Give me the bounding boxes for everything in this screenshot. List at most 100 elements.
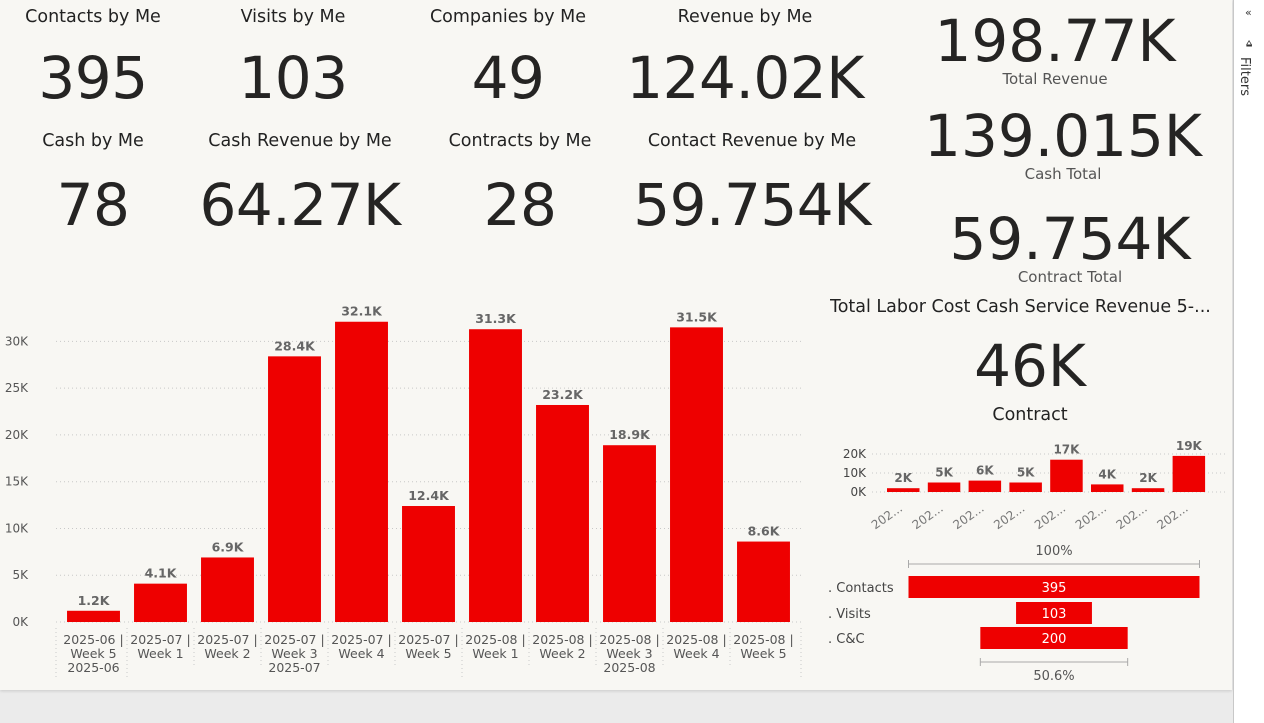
data-label: 6.9K	[212, 539, 245, 554]
contacts-funnel-chart[interactable]: 100% 395 . Contacts 103 . Visits 200 . C&C 50.6…	[826, 538, 1232, 690]
bar	[1009, 482, 1042, 492]
kpi-card-contact-revenue[interactable]: Contact Revenue by Me 59.754K	[622, 131, 882, 234]
kpi-card-companies[interactable]: Companies by Me 49	[408, 7, 608, 107]
data-label: 28.4K	[274, 338, 316, 353]
kpi-value: 59.754K	[633, 171, 871, 239]
cash-total-value: 139.015K	[924, 102, 1202, 170]
x-tick-label: Week 4	[338, 646, 384, 661]
x-tick-label: 202...	[1073, 501, 1109, 530]
kpi-card-visits[interactable]: Visits by Me 103	[200, 7, 386, 107]
kpi-card-contracts[interactable]: Contracts by Me 28	[420, 131, 620, 234]
data-label: 1.2K	[78, 593, 111, 608]
x-tick-label: 202...	[869, 501, 905, 530]
bar	[201, 557, 254, 622]
x-tick-label: 2025-08 |	[599, 632, 659, 647]
bar	[268, 356, 321, 622]
x-tick-label: 2025-07 |	[130, 632, 190, 647]
bar	[1091, 484, 1124, 492]
cash-total-card[interactable]: 139.015K Cash Total	[905, 107, 1221, 183]
bar	[968, 480, 1002, 492]
x-tick-label: Week 2	[204, 646, 250, 661]
total-revenue-value: 198.77K	[934, 7, 1176, 75]
y-tick-label: 0K	[12, 615, 29, 629]
y-tick-label: 20K	[843, 447, 867, 461]
contract-total-value: 59.754K	[949, 205, 1191, 273]
x-tick-label: Week 5	[70, 646, 116, 661]
data-label: 31.5K	[676, 309, 718, 324]
kpi-title: Contracts by Me	[448, 131, 592, 151]
x-tick-label: Week 4	[673, 646, 719, 661]
x-tick-label: 202...	[991, 501, 1027, 530]
kpi-card-revenue[interactable]: Revenue by Me 124.02K	[615, 7, 875, 107]
report-canvas: Contacts by Me 395 Visits by Me 103 Comp…	[0, 0, 1232, 690]
bar	[737, 541, 790, 622]
chevron-left-icon[interactable]: «	[1245, 6, 1252, 19]
kpi-title: Companies by Me	[429, 7, 587, 27]
data-label: 4K	[1098, 467, 1116, 481]
funnel-icon: ⩠	[1246, 38, 1253, 49]
y-tick-label: 10K	[5, 521, 29, 535]
y-tick-label: 30K	[5, 334, 29, 348]
filters-pane-label[interactable]: Filters	[1237, 57, 1252, 96]
data-label: 2K	[1139, 471, 1157, 485]
side-visual-value: 46K	[974, 332, 1086, 400]
x-tick-label: 2025-06	[67, 660, 119, 675]
x-tick-label: 202...	[1032, 501, 1068, 530]
kpi-title: Visits by Me	[240, 7, 346, 27]
data-label: 5K	[935, 466, 953, 480]
kpi-title: Cash by Me	[42, 131, 144, 151]
x-tick-label: Week 5	[740, 646, 786, 661]
weekly-revenue-bar-chart[interactable]: 0K5K10K15K20K25K30K1.2K2025-06 |Week 520…	[0, 290, 820, 690]
data-label: 31.3K	[475, 311, 517, 326]
bar	[469, 329, 522, 622]
total-revenue-card[interactable]: 198.77K Total Revenue	[905, 12, 1205, 88]
kpi-card-cash[interactable]: Cash by Me 78	[0, 131, 186, 234]
bar	[536, 404, 589, 622]
side-visual-title: Total Labor Cost Cash Service Revenue 5-…	[830, 297, 1211, 317]
filters-pane[interactable]: « ⩠ Filters	[1233, 0, 1264, 723]
kpi-title: Revenue by Me	[677, 7, 813, 27]
x-tick-label: 202...	[1114, 501, 1150, 530]
y-tick-label: 25K	[5, 381, 29, 395]
funnel-value-label: 103	[1042, 607, 1067, 622]
x-tick-label: 202...	[1154, 501, 1190, 530]
y-tick-label: 15K	[5, 475, 29, 489]
kpi-card-cash-revenue[interactable]: Cash Revenue by Me 64.27K	[190, 131, 410, 234]
bar	[887, 488, 920, 492]
side-visual-subtitle: Contract	[992, 405, 1068, 425]
x-tick-label: 2025-08 |	[465, 632, 525, 647]
x-tick-label: 2025-07 |	[197, 632, 257, 647]
x-tick-label: 2025-08 |	[666, 632, 726, 647]
kpi-value: 28	[483, 171, 557, 239]
data-label: 12.4K	[408, 488, 450, 503]
data-label: 8.6K	[748, 524, 781, 539]
y-tick-label: 10K	[843, 466, 867, 480]
x-tick-label: Week 1	[137, 646, 183, 661]
x-tick-label: Week 2	[539, 646, 585, 661]
x-tick-label: 2025-07 |	[331, 632, 391, 647]
x-tick-label: 202...	[950, 501, 986, 530]
funnel-value-label: 200	[1042, 632, 1067, 647]
kpi-card-contacts[interactable]: Contacts by Me 395	[0, 7, 186, 107]
data-label: 5K	[1017, 466, 1035, 480]
contract-mini-bar-chart[interactable]: 0K 10K 20K 2K 202... 5K 202... 6K 202... 5K 202...…	[826, 430, 1232, 530]
x-tick-label: Week 5	[405, 646, 451, 661]
data-label: 4.1K	[145, 566, 178, 581]
data-label: 2K	[894, 471, 912, 485]
x-tick-label: 2025-08 |	[733, 632, 793, 647]
y-tick-label: 5K	[12, 568, 29, 582]
bar	[335, 321, 388, 622]
contract-total-card[interactable]: 59.754K Contract Total	[920, 210, 1220, 286]
kpi-value: 124.02K	[626, 44, 864, 112]
data-label: 18.9K	[609, 427, 651, 442]
data-label: 19K	[1176, 439, 1203, 453]
kpi-value: 395	[38, 44, 148, 112]
x-tick-label: Week 3	[606, 646, 652, 661]
x-tick-label: 2025-06 |	[63, 632, 123, 647]
funnel-category-label: . Contacts	[828, 581, 894, 596]
bar	[67, 610, 120, 622]
funnel-category-label: . Visits	[828, 607, 871, 622]
x-tick-label: 2025-08 |	[532, 632, 592, 647]
x-tick-label: 2025-07 |	[398, 632, 458, 647]
kpi-value: 64.27K	[199, 171, 401, 239]
